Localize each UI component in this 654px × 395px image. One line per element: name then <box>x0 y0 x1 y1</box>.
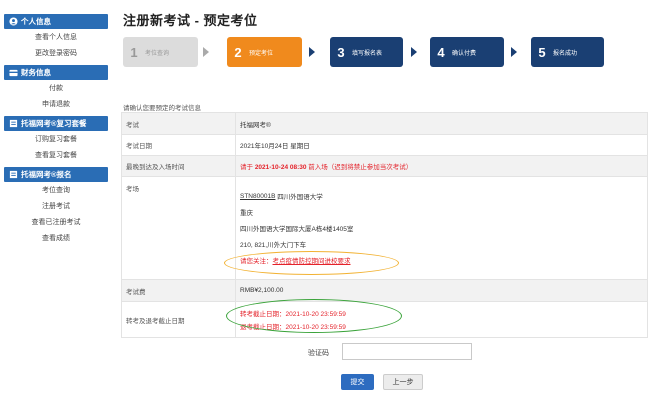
book-icon <box>9 170 18 179</box>
submit-button[interactable]: 提交 <box>341 374 374 390</box>
sidebar-item-register-exam[interactable]: 注册考试 <box>4 198 108 214</box>
sidebar-item-view-scores[interactable]: 查看成绩 <box>4 230 108 246</box>
exam-date: 2021年10月24日 星期日 <box>235 134 648 156</box>
table-row: 考试日期 2021年10月24日 星期日 <box>121 134 648 156</box>
step-reserve-seat: 2 预定考位 <box>227 37 302 67</box>
row-key: 考试 <box>121 112 236 135</box>
sidebar: 个人信息 查看个人信息 更改登录密码 财务信息 付款 申请退款 托福网考®复习套… <box>4 14 108 246</box>
sidebar-section-title: 个人信息 <box>21 17 51 26</box>
sidebar-item-order-package[interactable]: 订购复习套餐 <box>4 131 108 147</box>
step-label: 确认付费 <box>452 50 477 57</box>
venue-transport: 210, 821,川外大门下车 <box>240 242 307 249</box>
step-number: 4 <box>437 44 445 60</box>
book-icon <box>9 119 18 128</box>
sidebar-section-title: 财务信息 <box>21 68 51 77</box>
arrow-right-icon <box>411 47 417 57</box>
step-label: 填写报名表 <box>352 50 383 57</box>
confirm-note: 请确认您要预定的考试信息 <box>123 105 201 112</box>
row-key: 考试日期 <box>121 134 236 156</box>
step-number: 3 <box>337 44 345 60</box>
venue-address: 四川外国语大学国际大厦A栋4楼1405室 <box>240 226 354 233</box>
table-row: 最晚到达及入场时间 请于 2021-10-24 08:30 前入场（迟到将禁止参… <box>121 155 648 177</box>
sidebar-section-title: 托福网考®报名 <box>21 170 72 179</box>
highlight-ellipse-notice <box>224 251 399 275</box>
step-number: 5 <box>538 44 546 60</box>
arrival-time: 请于 2021-10-24 08:30 前入场（迟到将禁止参加当次考试） <box>235 155 648 177</box>
arrival-datetime: 2021-10-24 08:30 <box>254 164 307 171</box>
sidebar-item-refund[interactable]: 申请退款 <box>4 96 108 112</box>
venue-code[interactable]: STN80001B <box>240 193 275 200</box>
sidebar-item-change-password[interactable]: 更改登录密码 <box>4 45 108 61</box>
sidebar-item-view-profile[interactable]: 查看个人信息 <box>4 29 108 45</box>
card-icon <box>9 68 18 77</box>
sidebar-item-view-package[interactable]: 查看复习套餐 <box>4 147 108 163</box>
captcha-label: 验证码 <box>308 350 329 357</box>
step-number: 2 <box>234 44 242 60</box>
sidebar-section-registration: 托福网考®报名 <box>4 167 108 182</box>
sidebar-section-review-package: 托福网考®复习套餐 <box>4 116 108 131</box>
venue-name: 四川外国语大学 <box>277 194 323 201</box>
step-label: 考位查询 <box>145 50 170 57</box>
step-label: 预定考位 <box>249 50 274 57</box>
row-key: 转考及退考截止日期 <box>121 301 236 338</box>
highlight-ellipse-deadlines <box>226 299 402 333</box>
arrival-prefix: 请于 <box>240 164 255 171</box>
step-label: 报名成功 <box>553 50 578 57</box>
sidebar-item-payment[interactable]: 付款 <box>4 80 108 96</box>
step-success: 5 报名成功 <box>531 37 604 67</box>
table-row: 考试 托福网考® <box>121 112 648 135</box>
exam-info-table: 考试 托福网考® 考试日期 2021年10月24日 星期日 最晚到达及入场时间 … <box>121 112 648 338</box>
sidebar-section-title: 托福网考®复习套餐 <box>21 119 87 128</box>
sidebar-item-view-registered[interactable]: 查看已注册考试 <box>4 214 108 230</box>
arrow-right-icon <box>511 47 517 57</box>
step-fill-form: 3 填写报名表 <box>330 37 403 67</box>
arrow-right-icon <box>203 47 209 57</box>
step-confirm-payment: 4 确认付费 <box>430 37 504 67</box>
user-circle-icon <box>9 17 18 26</box>
row-key: 考场 <box>121 176 236 280</box>
venue-city: 重庆 <box>240 210 253 217</box>
arrow-right-icon <box>309 47 315 57</box>
venue-code-line: STN80001B 四川外国语大学 <box>240 188 643 204</box>
exam-fee: RMB¥2,100.00 <box>235 279 648 302</box>
main-content: 注册新考试 - 预定考位 <box>123 10 648 29</box>
arrival-suffix: 前入场（迟到将禁止参加当次考试） <box>306 164 413 171</box>
row-key: 最晚到达及入场时间 <box>121 155 236 177</box>
sidebar-section-finance: 财务信息 <box>4 65 108 80</box>
row-key: 考试费 <box>121 279 236 302</box>
step-seat-search: 1 考位查询 <box>123 37 198 67</box>
page-title: 注册新考试 - 预定考位 <box>123 13 258 28</box>
table-row: 考试费 RMB¥2,100.00 <box>121 279 648 302</box>
step-number: 1 <box>130 44 138 60</box>
captcha-input[interactable] <box>342 343 472 360</box>
exam-name: 托福网考® <box>235 112 648 135</box>
sidebar-section-personal: 个人信息 <box>4 14 108 29</box>
previous-step-button[interactable]: 上一步 <box>383 374 423 390</box>
sidebar-item-seat-search[interactable]: 考位查询 <box>4 182 108 198</box>
